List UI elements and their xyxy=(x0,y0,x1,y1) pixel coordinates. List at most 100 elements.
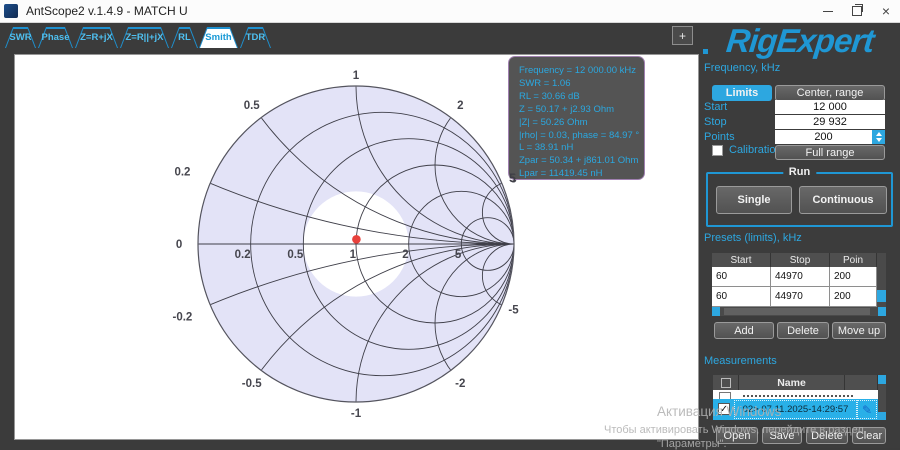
chart-readout-tooltip: Frequency = 12 000.00 kHz SWR = 1.06 RL … xyxy=(508,56,645,180)
close-icon: × xyxy=(882,4,890,18)
preset-cell[interactable]: 200 xyxy=(830,287,877,307)
single-button-label: Single xyxy=(737,194,770,206)
preset-cell[interactable]: 44970 xyxy=(771,287,830,307)
limits-button[interactable]: Limits xyxy=(712,85,772,101)
svg-text:2: 2 xyxy=(402,249,408,261)
center-range-button[interactable]: Center, range xyxy=(775,85,885,101)
readout-z: Z = 50.17 + j2.93 Ohm xyxy=(519,104,640,117)
measurement-edit-cell[interactable]: ✎ xyxy=(857,400,877,419)
svg-text:5: 5 xyxy=(455,249,462,261)
svg-text:-5: -5 xyxy=(508,305,519,317)
tab-rl[interactable]: RL xyxy=(171,27,198,48)
svg-text:0.5: 0.5 xyxy=(287,249,304,261)
presets-col-stop: Stop xyxy=(771,253,830,267)
svg-text:0.2: 0.2 xyxy=(174,167,190,179)
preset-cell[interactable]: 60 xyxy=(712,267,771,287)
preset-cell[interactable]: 60 xyxy=(712,287,771,307)
frequency-section-label: Frequency, kHz xyxy=(704,62,780,74)
presets-hscroll-right-arrow[interactable] xyxy=(878,307,886,316)
restore-icon xyxy=(852,6,862,16)
add-tab-button[interactable]: + xyxy=(672,26,693,45)
row-text-clipped xyxy=(743,395,853,397)
svg-text:2: 2 xyxy=(457,100,463,112)
windows-activation-watermark-line3: "Параметры". xyxy=(657,438,727,450)
rigexpert-logo: RigExpert xyxy=(699,22,900,60)
presets-col-points: Poin xyxy=(830,253,877,267)
plus-icon: + xyxy=(679,30,686,42)
readout-zpar: Zpar = 50.34 + j861.01 Ohm xyxy=(519,155,640,168)
move-up-button-label: Move up xyxy=(838,325,880,337)
presets-col-start: Start xyxy=(712,253,771,267)
svg-text:-1: -1 xyxy=(351,408,362,420)
full-range-button[interactable]: Full range xyxy=(775,145,885,160)
svg-text:0.5: 0.5 xyxy=(244,100,261,112)
tab-label: SWR xyxy=(5,27,36,48)
svg-text:0: 0 xyxy=(176,239,182,251)
add-button-label: Add xyxy=(734,325,754,337)
readout-l: L = 38.91 nH xyxy=(519,142,640,155)
start-label: Start xyxy=(704,101,727,113)
delete-preset-button[interactable]: Delete xyxy=(777,322,829,339)
readout-rho: |rho| = 0.03, phase = 84.97 ° xyxy=(519,130,640,143)
measurements-col-name: Name xyxy=(739,375,845,390)
presets-hscroll-thumb[interactable] xyxy=(724,308,870,315)
svg-text:-0.2: -0.2 xyxy=(173,311,193,323)
measurements-scroll-down[interactable] xyxy=(878,412,886,420)
tab-label: Z=R+jX xyxy=(75,27,118,48)
points-input[interactable] xyxy=(775,130,872,144)
tab-z-series[interactable]: Z=R+jX xyxy=(75,27,118,48)
presets-col-start-label: Start xyxy=(730,255,751,266)
full-range-button-label: Full range xyxy=(806,147,855,159)
window-title: AntScope2 v.1.4.9 - MATCH U xyxy=(26,4,188,18)
run-group-title: Run xyxy=(783,166,816,178)
tab-z-parallel[interactable]: Z=R||+jX xyxy=(120,27,169,48)
readout-rl: RL = 30.66 dB xyxy=(519,91,640,104)
tab-smith[interactable]: Smith xyxy=(199,27,238,48)
tab-label: Z=R||+jX xyxy=(120,27,169,48)
points-label: Points xyxy=(704,131,735,143)
presets-hscroll-left-arrow[interactable] xyxy=(712,307,720,316)
title-bar: AntScope2 v.1.4.9 - MATCH U × xyxy=(0,0,900,23)
readout-frequency: Frequency = 12 000.00 kHz xyxy=(519,65,640,78)
move-up-button[interactable]: Move up xyxy=(832,322,886,339)
single-button[interactable]: Single xyxy=(716,186,792,214)
start-input[interactable] xyxy=(775,100,885,114)
measurement-row-partial[interactable] xyxy=(713,390,878,399)
chart-rim-label-5: 5 xyxy=(509,171,516,185)
tab-tdr[interactable]: TDR xyxy=(240,27,271,48)
tab-label: Smith xyxy=(199,27,238,48)
preset-cell[interactable]: 44970 xyxy=(771,267,830,287)
calibration-checkbox[interactable] xyxy=(712,145,723,156)
points-spinner[interactable] xyxy=(872,130,885,144)
preset-cell[interactable]: 200 xyxy=(830,267,877,287)
close-button[interactable]: × xyxy=(873,0,899,22)
measurements-scroll-up[interactable] xyxy=(878,375,886,384)
continuous-button[interactable]: Continuous xyxy=(799,186,887,214)
minimize-button[interactable] xyxy=(815,0,841,22)
stop-input[interactable] xyxy=(775,115,885,129)
svg-text:1: 1 xyxy=(350,249,357,261)
spinner-up-icon xyxy=(876,132,882,136)
readout-swr: SWR = 1.06 xyxy=(519,78,640,91)
measurement-point xyxy=(352,235,361,244)
tab-swr[interactable]: SWR xyxy=(5,27,36,48)
measurements-section-label: Measurements xyxy=(704,355,777,367)
svg-text:0.2: 0.2 xyxy=(235,249,251,261)
row-checkbox[interactable] xyxy=(719,392,731,399)
delete-preset-button-label: Delete xyxy=(787,325,819,337)
maximize-button[interactable] xyxy=(844,0,870,22)
stop-label: Stop xyxy=(704,116,727,128)
spinner-down-icon xyxy=(876,138,882,142)
presets-col-stop-label: Stop xyxy=(790,255,811,266)
svg-text:1: 1 xyxy=(353,70,360,82)
edit-pencil-icon: ✎ xyxy=(862,403,872,417)
add-button[interactable]: Add xyxy=(714,322,774,339)
minimize-icon xyxy=(823,11,833,12)
windows-activation-watermark-line1: Активация Windows xyxy=(657,404,781,419)
windows-activation-watermark-line2: Чтобы активировать Windows, перейдите в … xyxy=(604,424,864,436)
measurements-col-name-label: Name xyxy=(777,377,806,389)
svg-text:-2: -2 xyxy=(455,378,465,390)
presets-vscrollbar-thumb[interactable] xyxy=(877,290,886,302)
tab-phase[interactable]: Phase xyxy=(38,27,73,48)
readout-zmag: |Z| = 50.26 Ohm xyxy=(519,117,640,130)
